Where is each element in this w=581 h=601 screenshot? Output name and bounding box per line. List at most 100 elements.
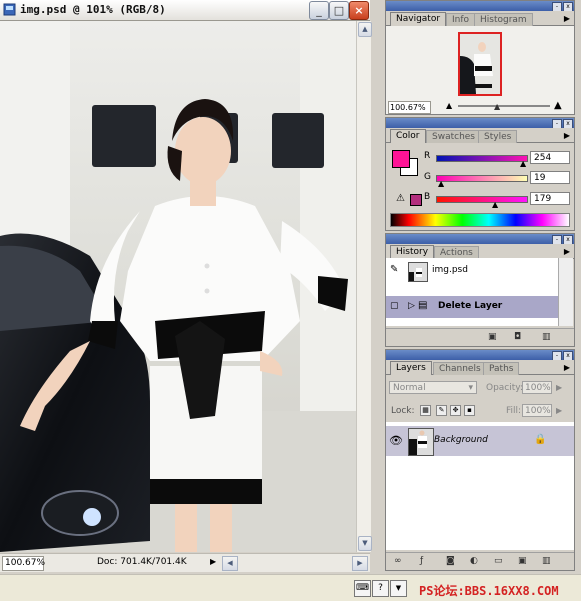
scroll-down-arrow-icon[interactable]: ▼ [358,536,372,551]
channel-r-field[interactable]: 254 [530,151,570,164]
zoom-in-icon[interactable]: ▲ [554,100,562,111]
navigator-tabs: Navigator Info Histogram ▶ [386,11,574,26]
zoom-slider[interactable] [458,105,550,107]
zoom-out-icon[interactable]: ▲ [446,101,452,110]
new-document-from-state-icon[interactable]: ▣ [488,332,497,342]
adjustment-layer-icon[interactable]: ◐ [470,556,478,566]
layers-palette: - x Layers Channels Paths ▶ Normal ▾ Opac… [385,349,575,571]
layers-footer: ∞ ƒ ◙ ◐ ▭ ▣ ▥ [386,552,574,570]
palette-menu-arrow-icon[interactable]: ▶ [564,14,570,23]
palette-menu-arrow-icon[interactable]: ▶ [564,363,570,372]
palette-grip[interactable]: - x [386,118,574,129]
document-status-bar: 100.67% Doc: 701.4K/701.4K ▶ ◀ ▶ [0,553,370,572]
lock-image-pixels-icon[interactable]: ✎ [436,405,447,416]
color-palette: - x Color Swatches Styles ▶ R ▲ 254 G ▲ … [385,117,575,231]
channel-r-knob-icon[interactable]: ▲ [520,159,526,168]
foreground-color-swatch[interactable] [392,150,410,168]
history-palette: - x History Actions ▶ ✎ img.psd ▢ ▷ ▤ De… [385,233,575,347]
channel-r-label: R [424,151,431,161]
layers-tabs: Layers Channels Paths ▶ [386,360,574,375]
fill-field[interactable]: 100% [522,404,552,417]
tray-help-icon[interactable]: ? [372,580,389,597]
vertical-scrollbar[interactable]: ▲ ▼ [356,21,372,552]
tab-swatches[interactable]: Swatches [426,130,481,143]
eye-icon[interactable]: 👁 [389,434,403,447]
tab-history[interactable]: History [390,245,435,259]
photoshop-doc-icon [3,3,16,16]
gamut-warning-swatch[interactable] [410,194,422,206]
layer-item-background[interactable]: 👁 Background 🔒 [386,426,574,456]
history-scrollbar[interactable] [558,258,573,326]
palette-grip[interactable]: - x [386,1,574,12]
document-titlebar[interactable]: img.psd @ 101% (RGB/8) _ □ × [0,0,370,21]
channel-b-slider[interactable] [436,196,528,203]
navigator-zoom-field[interactable]: 100.67% [388,101,431,114]
tab-histogram[interactable]: Histogram [474,13,533,26]
channel-b-field[interactable]: 179 [530,192,570,205]
channel-g-slider[interactable] [436,175,528,182]
history-item-selected[interactable]: ▢ ▷ ▤ Delete Layer [386,296,558,318]
color-spectrum-ramp[interactable] [390,213,570,227]
lock-icon: 🔒 [534,434,547,445]
tab-color[interactable]: Color [390,129,426,143]
lock-transparent-pixels-icon[interactable]: ▦ [420,405,431,416]
scroll-left-arrow-icon[interactable]: ◀ [222,556,238,571]
image-canvas[interactable] [0,21,356,552]
maximize-button[interactable]: □ [329,1,349,20]
palette-grip[interactable]: - x [386,234,574,245]
tab-styles[interactable]: Styles [478,130,518,143]
scroll-up-arrow-icon[interactable]: ▲ [358,22,372,37]
document-size-info: Doc: 701.4K/701.4K [97,557,187,567]
status-menu-arrow-icon[interactable]: ▶ [210,557,216,566]
blend-mode-value: Normal [393,383,426,393]
scroll-right-arrow-icon[interactable]: ▶ [352,556,368,571]
opacity-field[interactable]: 100% [522,381,552,394]
tray-keyboard-icon[interactable]: ⌨ [354,580,371,597]
lock-position-icon[interactable]: ✥ [450,405,461,416]
trash-icon[interactable]: ▥ [542,556,551,566]
tray-arrow-icon[interactable]: ▼ [390,580,407,597]
palette-grip[interactable]: - x [386,350,574,361]
history-item[interactable]: ✎ img.psd [386,260,558,282]
new-group-icon[interactable]: ▭ [494,556,503,566]
tab-paths[interactable]: Paths [483,362,520,375]
lock-all-icon[interactable]: ▪ [464,405,475,416]
snapshot-image [409,263,427,281]
history-item-label: Delete Layer [438,301,503,311]
gamut-warning-icon[interactable]: ⚠ [396,193,405,204]
forum-watermark: PS论坛:BBS.16XX8.COM [419,584,559,598]
tab-navigator[interactable]: Navigator [390,12,447,26]
opacity-label: Opacity: [486,383,523,393]
document-window: img.psd @ 101% (RGB/8) _ □ × ▲ ▼ 100.67%… [0,0,372,574]
history-snapshot-thumbnail [408,262,428,282]
channel-r-slider[interactable] [436,155,528,162]
channel-b-label: B [424,192,431,202]
fill-arrow-icon[interactable]: ▶ [556,406,562,415]
history-state-checkbox[interactable]: ▢ [390,301,399,311]
navigator-preview[interactable] [458,32,502,96]
palette-menu-arrow-icon[interactable]: ▶ [564,247,570,256]
history-list: ✎ img.psd ▢ ▷ ▤ Delete Layer [386,258,558,326]
link-layers-icon[interactable]: ∞ [394,556,402,566]
history-brush-icon[interactable]: ✎ [390,264,398,275]
channel-b-knob-icon[interactable]: ▲ [492,200,498,209]
close-button[interactable]: × [349,1,369,20]
opacity-arrow-icon[interactable]: ▶ [556,383,562,392]
tab-info[interactable]: Info [446,13,476,26]
layer-mask-icon[interactable]: ◙ [446,556,455,566]
zoom-level-field[interactable]: 100.67% [2,556,45,571]
new-layer-icon[interactable]: ▣ [518,556,527,566]
layer-style-icon[interactable]: ƒ [420,556,423,566]
channel-g-field[interactable]: 19 [530,171,570,184]
zoom-slider-knob-icon[interactable]: ▲ [494,102,500,111]
palette-menu-arrow-icon[interactable]: ▶ [564,131,570,140]
blend-mode-select[interactable]: Normal ▾ [389,381,477,394]
tab-channels[interactable]: Channels [433,362,487,375]
tab-layers[interactable]: Layers [390,361,432,375]
layer-name[interactable]: Background [434,435,488,445]
channel-g-knob-icon[interactable]: ▲ [438,179,444,188]
new-snapshot-icon[interactable]: ◘ [514,332,521,342]
minimize-button[interactable]: _ [309,1,329,20]
trash-icon[interactable]: ▥ [542,332,551,342]
lock-label: Lock: [391,406,415,416]
